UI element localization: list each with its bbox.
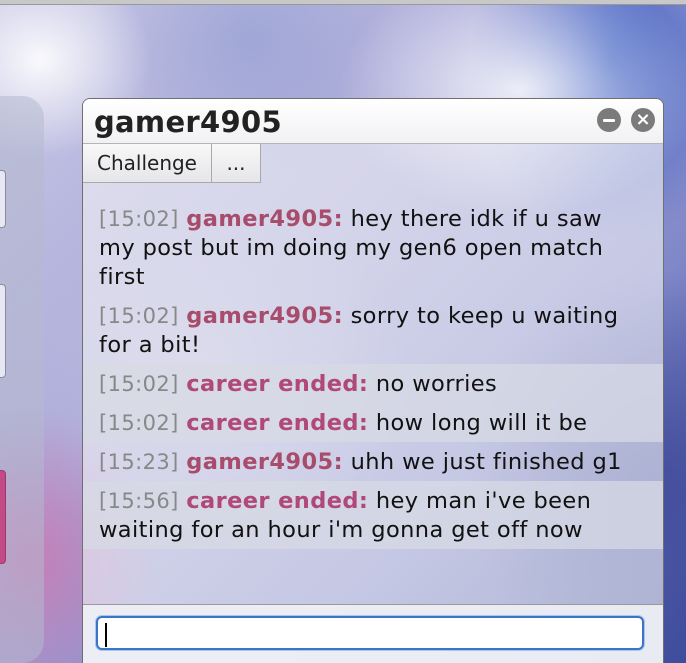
message-username[interactable]: career ended:	[186, 371, 368, 397]
message-username[interactable]: gamer4905:	[186, 303, 343, 329]
chat-message: [15:02] gamer4905: sorry to keep u waiti…	[83, 296, 663, 364]
message-timestamp: [15:02]	[99, 304, 179, 328]
message-timestamp: [15:23]	[99, 450, 179, 474]
message-username[interactable]: gamer4905:	[186, 449, 343, 475]
minimize-icon[interactable]	[597, 108, 621, 132]
chat-message: [15:02] career ended: no worries	[83, 364, 663, 403]
chat-message: [15:02] gamer4905: hey there idk if u sa…	[83, 199, 663, 296]
pm-header: gamer4905 ×	[83, 99, 663, 144]
left-panel-tab-active[interactable]	[0, 470, 6, 564]
pm-title[interactable]: gamer4905	[94, 105, 282, 139]
message-input[interactable]	[96, 616, 644, 650]
close-icon[interactable]: ×	[631, 108, 655, 132]
challenge-button[interactable]: Challenge	[83, 144, 212, 183]
message-timestamp: [15:02]	[99, 207, 179, 231]
chat-message: [15:56] career ended: hey man i've been …	[83, 481, 663, 549]
left-panel-tab[interactable]	[0, 284, 6, 378]
message-timestamp: [15:02]	[99, 411, 179, 435]
message-text: no worries	[375, 371, 498, 397]
left-side-panel	[0, 96, 44, 663]
pm-toolbar: Challenge ...	[83, 144, 261, 184]
message-text: uhh we just finished g1	[350, 449, 622, 475]
message-username[interactable]: gamer4905:	[186, 206, 343, 232]
message-timestamp: [15:02]	[99, 372, 179, 396]
message-username[interactable]: career ended:	[186, 488, 368, 514]
browser-top-edge	[0, 0, 686, 5]
left-panel-tab[interactable]	[0, 170, 6, 228]
message-text: how long will it be	[375, 410, 588, 436]
chat-message: [15:02] career ended: how long will it b…	[83, 403, 663, 442]
private-message-window: gamer4905 × Challenge ... [15:02] gamer4…	[82, 98, 664, 663]
text-caret	[105, 623, 107, 647]
chat-message: [15:23] gamer4905: uhh we just finished …	[83, 442, 663, 481]
chat-log: [15:02] gamer4905: hey there idk if u sa…	[83, 199, 663, 549]
close-glyph: ×	[635, 108, 651, 130]
message-timestamp: [15:56]	[99, 489, 179, 513]
minimize-bar	[603, 118, 615, 122]
more-options-button[interactable]: ...	[212, 144, 261, 183]
message-username[interactable]: career ended:	[186, 410, 368, 436]
message-input-area	[83, 604, 663, 663]
